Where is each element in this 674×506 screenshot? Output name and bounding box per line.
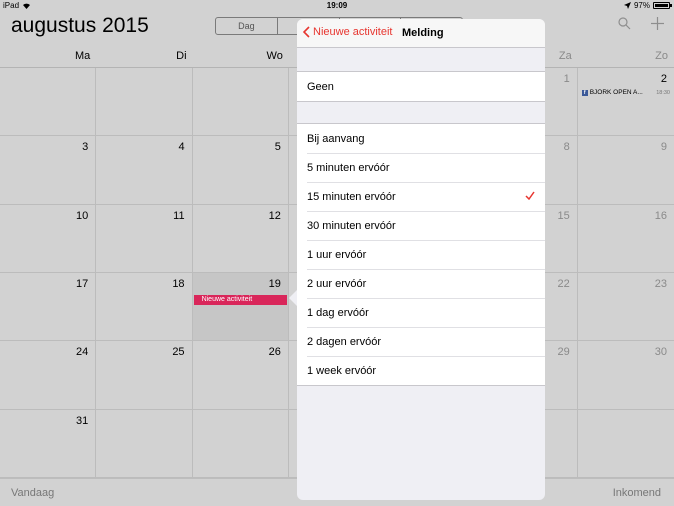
day-number: 26 (268, 346, 281, 359)
option-row-selected[interactable]: 15 minuten ervóór (297, 182, 545, 211)
option-label: 5 minuten ervóór (307, 161, 390, 174)
day-cell[interactable]: 12 (192, 204, 289, 273)
status-right: 97% (623, 1, 672, 10)
option-label: 1 uur ervóór (307, 248, 367, 261)
day-cell[interactable]: 31 (0, 409, 97, 478)
day-number: 31 (76, 414, 89, 427)
option-row[interactable]: 1 dag ervóór (297, 298, 545, 327)
day-cell[interactable] (0, 68, 97, 137)
location-icon (623, 2, 631, 9)
popover-title: Melding (402, 27, 444, 39)
alert-popover: Nieuwe activiteit Melding Geen Bij aanva… (297, 19, 545, 500)
day-number: 11 (173, 209, 185, 222)
option-none[interactable]: Geen (297, 72, 545, 101)
day-cell[interactable]: 26 (192, 341, 289, 410)
today-button[interactable]: Vandaag (11, 487, 54, 499)
option-row[interactable]: 1 uur ervóór (297, 240, 545, 269)
day-number: 5 (274, 141, 281, 154)
day-number: 24 (76, 346, 89, 359)
day-cell[interactable]: 10 (0, 204, 97, 273)
options-group: Bij aanvang 5 minuten ervóór 15 minuten … (297, 123, 545, 386)
option-label: 15 minuten ervóór (307, 190, 396, 203)
day-cell[interactable]: 18 (96, 273, 193, 342)
option-label: 1 dag ervóór (307, 306, 369, 319)
day-cell[interactable] (192, 409, 289, 478)
day-number: 10 (76, 209, 89, 222)
option-row[interactable]: 2 dagen ervóór (297, 327, 545, 356)
day-cell[interactable]: 16 (577, 205, 674, 273)
option-row[interactable]: Bij aanvang (297, 124, 545, 153)
facebook-event[interactable]: f BJÖRK OPEN A... 18:30 (581, 89, 670, 96)
option-label: 2 dagen ervóór (307, 335, 381, 348)
search-icon[interactable] (618, 17, 631, 30)
day-number: 3 (82, 141, 89, 154)
status-bar: iPad 19:09 97% (0, 0, 674, 12)
day-number: 8 (563, 141, 570, 154)
inbox-button[interactable]: Inkomend (613, 487, 661, 499)
day-number: 4 (178, 141, 185, 154)
day-cell[interactable]: 25 (96, 341, 193, 410)
option-label: Geen (307, 80, 334, 93)
day-number: 16 (654, 209, 667, 222)
day-cell[interactable]: 11 (96, 204, 193, 273)
day-number: 22 (557, 278, 570, 290)
header-actions (618, 17, 664, 30)
weekday-label: Di (176, 50, 187, 62)
day-cell[interactable]: 23 (577, 273, 674, 342)
option-row[interactable]: 2 uur ervóór (297, 269, 545, 298)
option-label: 30 minuten ervóór (307, 219, 396, 232)
popover-arrow (289, 290, 297, 306)
event-title: BJÖRK OPEN A... (589, 89, 643, 96)
day-number: 19 (268, 278, 281, 290)
day-number: 23 (654, 278, 667, 290)
day-number: 9 (660, 141, 667, 154)
add-icon[interactable] (651, 17, 664, 30)
day-number: 25 (172, 346, 185, 359)
option-label: Bij aanvang (307, 132, 365, 145)
back-button[interactable]: Nieuwe activiteit (303, 26, 392, 38)
back-label: Nieuwe activiteit (313, 26, 393, 38)
battery-percentage: 97% (633, 1, 650, 10)
facebook-icon: f (581, 89, 588, 96)
event-time: 18:30 (656, 89, 670, 96)
day-cell[interactable] (96, 68, 193, 137)
new-event-chip[interactable]: Nieuwe activiteit (193, 295, 287, 305)
day-cell[interactable]: 24 (0, 341, 97, 410)
day-cell[interactable] (96, 409, 193, 478)
option-label: 2 uur ervóór (307, 277, 367, 290)
day-cell[interactable]: 2 f BJÖRK OPEN A... 18:30 (577, 68, 674, 137)
status-time: 19:09 (326, 1, 348, 10)
option-row[interactable]: 1 week ervóór (297, 356, 545, 385)
day-number: 29 (557, 346, 570, 359)
day-number: 1 (563, 73, 570, 85)
day-number: 17 (76, 278, 89, 290)
day-number: 12 (268, 209, 281, 222)
day-cell[interactable]: 4 (96, 136, 193, 205)
weekday-label: Wo (266, 50, 283, 62)
day-number: 2 (660, 73, 667, 85)
day-number: 30 (654, 346, 667, 359)
day-cell[interactable]: 30 (577, 341, 674, 410)
checkmark-icon (525, 191, 535, 200)
month-title: augustus 2015 (11, 14, 149, 37)
battery-icon (653, 2, 672, 9)
day-cell[interactable]: 3 (0, 136, 97, 205)
day-cell[interactable]: 17 (0, 273, 97, 342)
popover-navbar: Nieuwe activiteit Melding (297, 19, 545, 48)
option-row[interactable]: 30 minuten ervóór (297, 211, 545, 240)
day-cell-selected[interactable]: 19 Nieuwe activiteit (192, 273, 289, 342)
none-group: Geen (297, 71, 545, 102)
day-cell[interactable]: 9 (577, 136, 674, 205)
option-label: 1 week ervóór (307, 364, 377, 377)
day-number: 15 (557, 209, 570, 222)
day-cell[interactable] (192, 68, 289, 137)
weekday-label: Zo (655, 50, 668, 62)
option-row[interactable]: 5 minuten ervóór (297, 153, 545, 182)
day-cell[interactable]: 5 (192, 136, 289, 205)
chevron-left-icon (303, 26, 310, 38)
weekday-label: Ma (75, 50, 91, 62)
view-tab-day[interactable]: Dag (216, 18, 278, 34)
day-number: 18 (172, 278, 185, 290)
day-cell[interactable] (577, 410, 674, 478)
